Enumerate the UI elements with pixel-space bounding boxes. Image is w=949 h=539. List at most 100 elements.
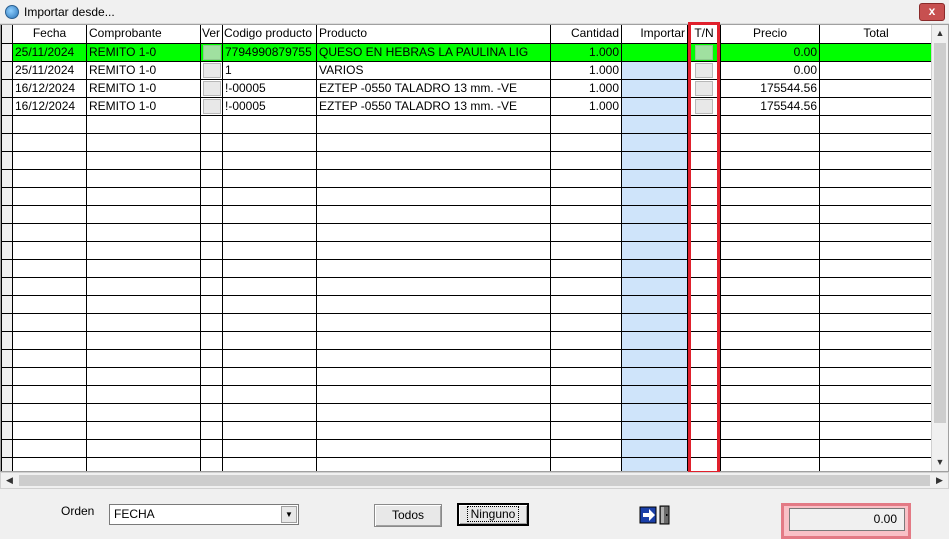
- cell-ver[interactable]: [200, 384, 223, 404]
- cell-ver[interactable]: [200, 42, 223, 62]
- row-selector[interactable]: [1, 276, 13, 296]
- table-row[interactable]: [1, 456, 932, 471]
- cell-tn[interactable]: [687, 60, 721, 80]
- table-row[interactable]: 16/12/2024 REMITO 1-0 !-00005 EZTEP -0550 T…: [1, 96, 932, 116]
- cell-importar[interactable]: [621, 150, 688, 170]
- table-row[interactable]: [1, 186, 932, 206]
- vertical-scrollbar[interactable]: ▲ ▼: [931, 25, 948, 471]
- cell-importar[interactable]: [621, 330, 688, 350]
- row-selector[interactable]: [1, 96, 13, 116]
- tn-checkbox[interactable]: [695, 62, 713, 78]
- row-selector[interactable]: [1, 240, 13, 260]
- close-button[interactable]: x: [919, 3, 945, 21]
- cell-tn[interactable]: [687, 114, 721, 134]
- row-selector[interactable]: [1, 456, 13, 471]
- ver-checkbox[interactable]: [202, 44, 221, 60]
- cell-tn[interactable]: [687, 258, 721, 278]
- cell-importar[interactable]: [621, 240, 688, 260]
- cell-tn[interactable]: [687, 204, 721, 224]
- cell-ver[interactable]: [200, 132, 223, 152]
- table-row[interactable]: [1, 420, 932, 440]
- cell-ver[interactable]: [200, 114, 223, 134]
- exit-door-icon[interactable]: [638, 504, 674, 526]
- horizontal-scrollbar[interactable]: ◀ ▶: [0, 472, 949, 489]
- row-selector[interactable]: [1, 312, 13, 332]
- row-selector[interactable]: [1, 420, 13, 440]
- cell-importar[interactable]: [621, 402, 688, 422]
- column-header-precio[interactable]: Precio: [720, 25, 820, 44]
- cell-importar[interactable]: [621, 168, 688, 188]
- row-selector[interactable]: [1, 78, 13, 98]
- scroll-left-icon[interactable]: ◀: [1, 473, 18, 488]
- cell-tn[interactable]: [687, 438, 721, 458]
- horizontal-scroll-thumb[interactable]: [19, 475, 930, 486]
- table-row[interactable]: [1, 240, 932, 260]
- cell-tn[interactable]: [687, 96, 721, 116]
- row-selector[interactable]: [1, 204, 13, 224]
- column-header-total[interactable]: Total: [819, 25, 932, 44]
- row-selector[interactable]: [1, 132, 13, 152]
- cell-tn[interactable]: [687, 42, 721, 62]
- table-row[interactable]: [1, 438, 932, 458]
- cell-tn[interactable]: [687, 132, 721, 152]
- table-row[interactable]: [1, 222, 932, 242]
- row-selector[interactable]: [1, 348, 13, 368]
- cell-ver[interactable]: [200, 456, 223, 471]
- column-header-fecha[interactable]: Fecha: [12, 25, 87, 44]
- cell-ver[interactable]: [200, 330, 223, 350]
- ver-checkbox[interactable]: [202, 62, 221, 78]
- table-row[interactable]: 25/11/2024 REMITO 1-0 7794990879755 QUESO E…: [1, 42, 932, 62]
- cell-importar[interactable]: [621, 276, 688, 296]
- cell-tn[interactable]: [687, 402, 721, 422]
- cell-importar[interactable]: [621, 96, 688, 116]
- table-row[interactable]: 25/11/2024 REMITO 1-0 1 VARIOS 1.000 0.00: [1, 60, 932, 80]
- table-row[interactable]: [1, 348, 932, 368]
- row-selector[interactable]: [1, 186, 13, 206]
- scroll-right-icon[interactable]: ▶: [931, 473, 948, 488]
- row-selector[interactable]: [1, 438, 13, 458]
- row-selector[interactable]: [1, 366, 13, 386]
- chevron-down-icon[interactable]: ▼: [281, 506, 297, 523]
- table-row[interactable]: [1, 402, 932, 422]
- row-selector[interactable]: [1, 150, 13, 170]
- cell-tn[interactable]: [687, 150, 721, 170]
- cell-ver[interactable]: [200, 204, 223, 224]
- cell-tn[interactable]: [687, 384, 721, 404]
- column-header-ver[interactable]: Ver: [200, 25, 223, 44]
- cell-tn[interactable]: [687, 330, 721, 350]
- cell-tn[interactable]: [687, 240, 721, 260]
- cell-importar[interactable]: [621, 60, 688, 80]
- row-selector[interactable]: [1, 60, 13, 80]
- tn-checkbox[interactable]: [695, 98, 713, 114]
- ver-checkbox[interactable]: [202, 80, 221, 96]
- table-row[interactable]: [1, 366, 932, 386]
- table-row[interactable]: [1, 312, 932, 332]
- scroll-down-icon[interactable]: ▼: [932, 454, 948, 471]
- cell-importar[interactable]: [621, 78, 688, 98]
- cell-importar[interactable]: [621, 456, 688, 471]
- cell-importar[interactable]: [621, 294, 688, 314]
- row-selector[interactable]: [1, 330, 13, 350]
- cell-importar[interactable]: [621, 312, 688, 332]
- cell-ver[interactable]: [200, 78, 223, 98]
- cell-ver[interactable]: [200, 348, 223, 368]
- cell-tn[interactable]: [687, 294, 721, 314]
- cell-importar[interactable]: [621, 348, 688, 368]
- row-selector[interactable]: [1, 384, 13, 404]
- table-row[interactable]: [1, 168, 932, 188]
- cell-ver[interactable]: [200, 366, 223, 386]
- cell-ver[interactable]: [200, 258, 223, 278]
- cell-importar[interactable]: [621, 132, 688, 152]
- cell-tn[interactable]: [687, 312, 721, 332]
- cell-importar[interactable]: [621, 186, 688, 206]
- cell-importar[interactable]: [621, 420, 688, 440]
- row-selector[interactable]: [1, 258, 13, 278]
- cell-ver[interactable]: [200, 222, 223, 242]
- ninguno-button[interactable]: Ninguno: [457, 503, 529, 526]
- table-row[interactable]: 16/12/2024 REMITO 1-0 !-00005 EZTEP -0550 T…: [1, 78, 932, 98]
- column-header-producto[interactable]: Producto: [316, 25, 551, 44]
- cell-tn[interactable]: [687, 456, 721, 471]
- cell-importar[interactable]: [621, 438, 688, 458]
- vertical-scroll-thumb[interactable]: [934, 43, 946, 423]
- table-row[interactable]: [1, 132, 932, 152]
